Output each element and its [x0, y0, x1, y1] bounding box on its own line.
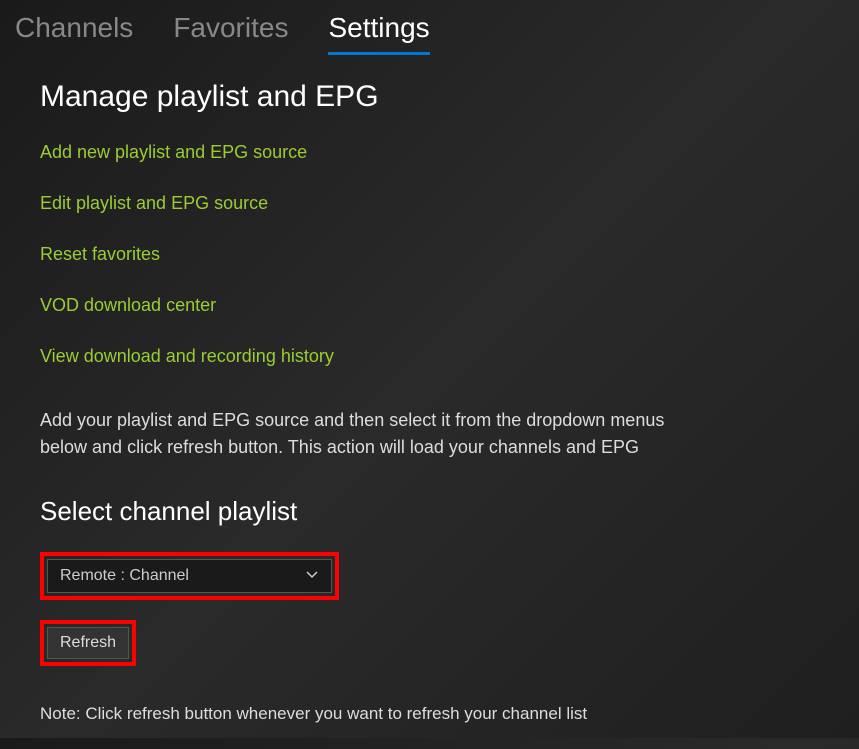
note-text: Note: Click refresh button whenever you …	[40, 704, 819, 724]
playlist-dropdown[interactable]: Remote : Channel	[47, 559, 332, 593]
dropdown-selected-text: Remote : Channel	[60, 567, 189, 585]
tab-bar: Channels Favorites Settings	[0, 0, 859, 55]
tab-settings[interactable]: Settings	[328, 12, 429, 55]
refresh-button[interactable]: Refresh	[47, 627, 129, 659]
tab-channels[interactable]: Channels	[15, 12, 133, 55]
settings-content: Manage playlist and EPG Add new playlist…	[0, 55, 859, 749]
vod-center-link[interactable]: VOD download center	[40, 295, 819, 316]
select-playlist-heading: Select channel playlist	[40, 496, 819, 527]
reset-favorites-link[interactable]: Reset favorites	[40, 244, 819, 265]
view-history-link[interactable]: View download and recording history	[40, 346, 819, 367]
add-source-link[interactable]: Add new playlist and EPG source	[40, 142, 819, 163]
dropdown-highlight: Remote : Channel	[40, 552, 339, 600]
refresh-highlight: Refresh	[40, 620, 136, 666]
manage-heading: Manage playlist and EPG	[40, 80, 819, 114]
info-text: Add your playlist and EPG source and the…	[40, 407, 680, 461]
tab-favorites[interactable]: Favorites	[173, 12, 288, 55]
chevron-down-icon	[305, 567, 319, 586]
edit-source-link[interactable]: Edit playlist and EPG source	[40, 193, 819, 214]
